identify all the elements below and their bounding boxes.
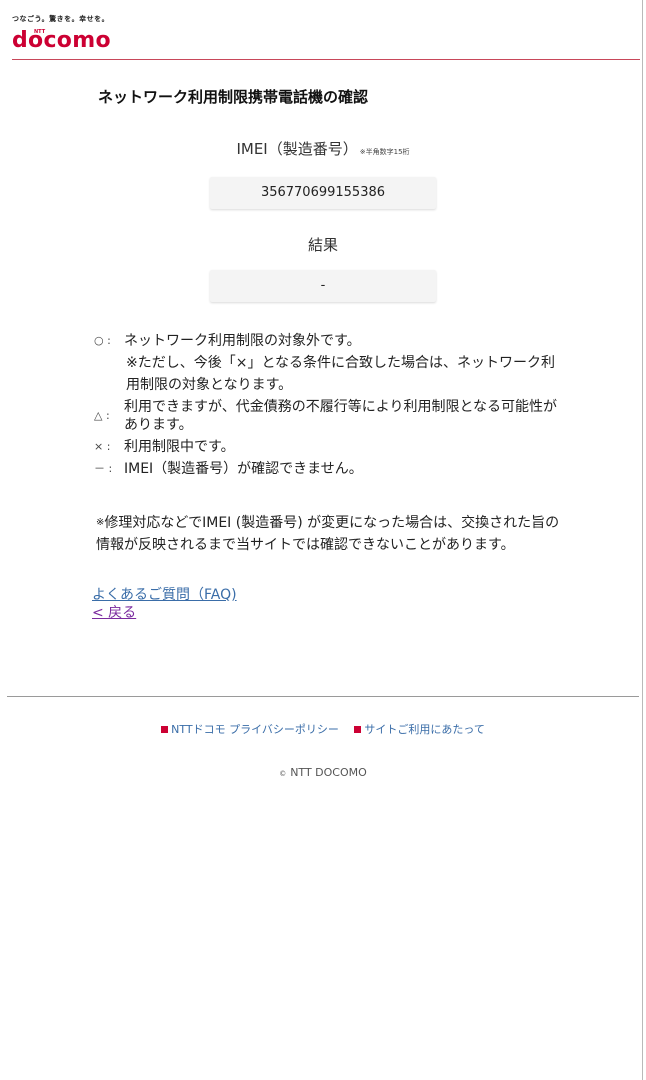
legend-row-triangle: △ : 利用できますが、代金債務の不履行等により利用制限となる可能性があります。 bbox=[94, 398, 564, 434]
legend-text-circle: ネットワーク利用制限の対象外です。 bbox=[124, 333, 361, 349]
brand-tagline: つなごう。驚きを。幸せを。 bbox=[12, 15, 110, 23]
page-right-border bbox=[642, 0, 643, 1080]
legend-row-dash: － : IMEI（製造番号）が確認できません。 bbox=[94, 458, 564, 480]
privacy-policy-link[interactable]: NTTドコモ プライバシーポリシー bbox=[161, 723, 339, 736]
page-links: よくあるご質問（FAQ) < 戻る bbox=[92, 586, 237, 622]
legend-text-triangle: 利用できますが、代金債務の不履行等により利用制限となる可能性があります。 bbox=[124, 399, 558, 433]
red-square-bullet-icon bbox=[354, 725, 362, 733]
legend-caution-note: ※ただし、今後「×」となる条件に合致した場合は、ネットワーク利用制限の対象となり… bbox=[126, 355, 556, 393]
header-divider bbox=[12, 59, 640, 60]
imei-label: IMEI（製造番号） ※半角数字15桁 bbox=[0, 138, 646, 159]
footer-divider bbox=[7, 696, 639, 697]
legend-row-circle: ○ : ネットワーク利用制限の対象外です。 bbox=[94, 330, 564, 352]
legend-text-cross: 利用制限中です。 bbox=[124, 439, 235, 455]
privacy-policy-text: NTTドコモ プライバシーポリシー bbox=[171, 723, 339, 736]
imei-format-note: ※半角数字15桁 bbox=[359, 148, 410, 156]
red-square-bullet-icon bbox=[161, 725, 169, 733]
faq-link[interactable]: よくあるご質問（FAQ) bbox=[92, 586, 237, 604]
result-legend: ○ : ネットワーク利用制限の対象外です。 ※ただし、今後「×」となる条件に合致… bbox=[94, 330, 564, 480]
copyright: © NTT DOCOMO bbox=[0, 766, 646, 779]
legend-symbol-dash: － : bbox=[94, 462, 113, 475]
site-terms-link[interactable]: サイトご利用にあたって bbox=[354, 723, 485, 736]
legend-text-dash: IMEI（製造番号）が確認できません。 bbox=[124, 461, 363, 477]
copyright-symbol: © bbox=[279, 770, 287, 778]
imei-change-notice: ※修理対応などでIMEI (製造番号) が変更になった場合は、交換された旨の情報… bbox=[96, 512, 566, 556]
footer-links: NTTドコモ プライバシーポリシー サイトご利用にあたって bbox=[0, 721, 646, 737]
legend-symbol-circle: ○ : bbox=[94, 334, 111, 347]
brand-wordmark: docomo bbox=[12, 28, 111, 53]
legend-symbol-triangle: △ : bbox=[94, 409, 110, 422]
notice-text: 修理対応などでIMEI (製造番号) が変更になった場合は、交換された旨の情報が… bbox=[96, 515, 560, 553]
back-link[interactable]: < 戻る bbox=[92, 604, 237, 622]
imei-label-text: IMEI（製造番号） bbox=[236, 140, 358, 158]
legend-row-cross: × : 利用制限中です。 bbox=[94, 436, 564, 458]
imei-value-box: 356770699155386 bbox=[210, 177, 436, 209]
site-terms-text: サイトご利用にあたって bbox=[364, 723, 485, 736]
docomo-logo[interactable]: つなごう。驚きを。幸せを。 NTT docomo bbox=[12, 14, 111, 52]
result-value-box: - bbox=[210, 270, 436, 302]
ntt-mark: NTT bbox=[34, 29, 46, 35]
legend-symbol-cross: × : bbox=[94, 440, 111, 453]
copyright-text: NTT DOCOMO bbox=[290, 766, 367, 779]
page-title: ネットワーク利用制限携帯電話機の確認 bbox=[98, 88, 369, 106]
result-label: 結果 bbox=[307, 236, 338, 254]
legend-row-caution: ※ただし、今後「×」となる条件に合致した場合は、ネットワーク利用制限の対象となり… bbox=[94, 352, 564, 396]
